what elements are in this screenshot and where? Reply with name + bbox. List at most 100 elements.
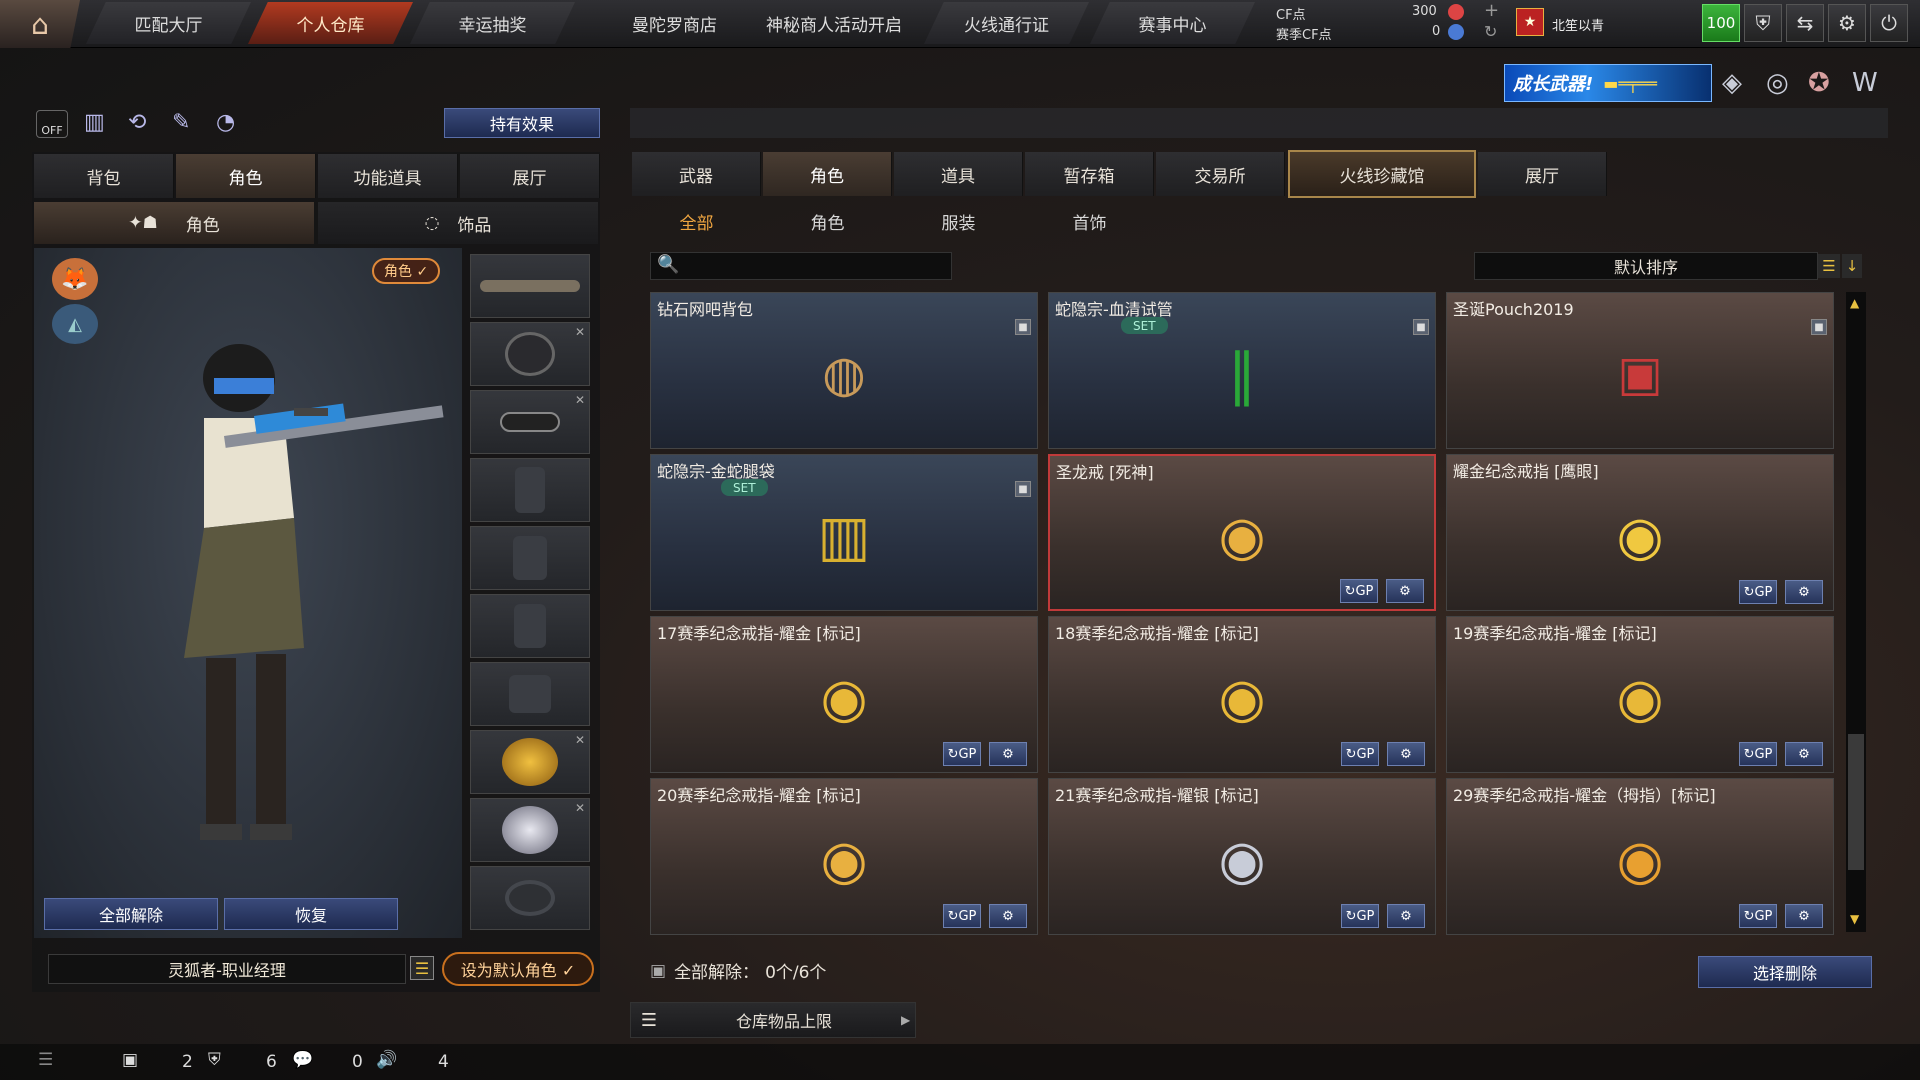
recycle-gp-icon[interactable]: ↻GP <box>943 742 981 766</box>
left-tab-3[interactable]: 展厅 <box>460 154 600 198</box>
right-subtab-2[interactable]: 服装 <box>894 204 1023 238</box>
slot-vest[interactable] <box>470 458 590 522</box>
gear-icon[interactable]: ⚙ <box>1387 742 1425 766</box>
shield-icon[interactable]: ⛨ <box>1744 4 1782 42</box>
bag-icon[interactable]: ◔ <box>216 110 235 135</box>
nav-tab-0[interactable]: 匹配大厅 <box>86 2 251 44</box>
remove-icon[interactable]: ✕ <box>575 733 585 747</box>
wolf-faction-icon[interactable]: ◭ <box>52 304 98 344</box>
slot-weapon[interactable] <box>470 254 590 318</box>
slot-armor[interactable] <box>470 526 590 590</box>
nav-tab-3[interactable]: 曼陀罗商店 <box>592 2 757 44</box>
gear-icon[interactable]: ⚙ <box>1785 904 1823 928</box>
power-icon[interactable]: ⏻ <box>1870 4 1908 42</box>
slot-belt[interactable] <box>470 594 590 658</box>
right-tab-4[interactable]: 交易所 <box>1156 152 1285 196</box>
item-card[interactable]: 圣诞Pouch2019 ■ ▣ <box>1446 292 1834 449</box>
toggle-off-icon[interactable]: OFF <box>36 110 68 138</box>
gear-icon[interactable]: ⚙ <box>1828 4 1866 42</box>
restore-button[interactable]: 恢复 <box>224 898 398 930</box>
recycle-gp-icon[interactable]: ↻GP <box>1739 742 1777 766</box>
item-card[interactable]: 圣龙戒 [死神] ◉ ↻GP ⚙ <box>1048 454 1436 611</box>
scrollbar[interactable]: ▲ ▼ <box>1846 292 1866 932</box>
stats-icon[interactable]: ▥ <box>84 110 105 135</box>
item-card[interactable]: 钻石网吧背包 ■ ◍ <box>650 292 1038 449</box>
unequip-all-button[interactable]: 全部解除 <box>44 898 218 930</box>
slot-helmet[interactable]: ✕ <box>470 322 590 386</box>
item-card[interactable]: 蛇隐宗-金蛇腿袋 SET ■ ▥ <box>650 454 1038 611</box>
checkbox-icon[interactable]: ▣ <box>650 961 666 981</box>
speaker-icon[interactable]: 🔊 <box>376 1050 397 1070</box>
nav-tab-5[interactable]: 火线通行证 <box>924 2 1089 44</box>
right-subtab-1[interactable]: 角色 <box>763 204 892 238</box>
gear-icon[interactable]: ⚙ <box>989 742 1027 766</box>
storage-limit-bar[interactable]: ☰ 仓库物品上限 ▶ <box>630 1002 916 1038</box>
fox-faction-icon[interactable]: 🦊 <box>52 258 98 300</box>
lock-icon[interactable]: ■ <box>1015 319 1031 335</box>
list-view-icon[interactable]: ☰ <box>1818 254 1840 278</box>
set-default-button[interactable]: 设为默认角色 ✓ <box>442 952 594 986</box>
recycle-gp-icon[interactable]: ↻GP <box>1340 579 1378 603</box>
right-tab-1[interactable]: 角色 <box>763 152 892 196</box>
recycle-gp-icon[interactable]: ↻GP <box>1341 904 1379 928</box>
scroll-up-icon[interactable]: ▲ <box>1850 296 1859 310</box>
search-input[interactable]: 🔍 <box>650 252 952 280</box>
right-tab-6[interactable]: 展厅 <box>1478 152 1607 196</box>
nav-tab-4[interactable]: 神秘商人活动开启 <box>744 2 924 44</box>
item-card[interactable]: 20赛季纪念戒指-耀金 [标记] ◉ ↻GP ⚙ <box>650 778 1038 935</box>
right-tab-2[interactable]: 道具 <box>894 152 1023 196</box>
scroll-down-icon[interactable]: ▼ <box>1850 912 1859 926</box>
emblem-globe-icon[interactable]: ◎ <box>1766 68 1789 98</box>
team-icon[interactable]: ▣ <box>122 1050 138 1070</box>
nav-tab-2[interactable]: 幸运抽奖 <box>410 2 575 44</box>
slot-ring-2[interactable]: ✕ <box>470 798 590 862</box>
refresh-icon[interactable]: ↻ <box>1484 22 1497 41</box>
nav-tab-6[interactable]: 赛事中心 <box>1090 2 1255 44</box>
emblem-star-icon[interactable]: ✪ <box>1808 68 1830 98</box>
shield-icon[interactable]: ⛨ <box>208 1050 221 1070</box>
lock-icon[interactable]: ■ <box>1015 481 1031 497</box>
item-card[interactable]: 29赛季纪念戒指-耀金（拇指）[标记] ◉ ↻GP ⚙ <box>1446 778 1834 935</box>
right-tab-0[interactable]: 武器 <box>632 152 761 196</box>
gear-icon[interactable]: ⚙ <box>1386 579 1424 603</box>
message-icon[interactable]: ⇆ <box>1786 4 1824 42</box>
item-card[interactable]: 19赛季纪念戒指-耀金 [标记] ◉ ↻GP ⚙ <box>1446 616 1834 773</box>
item-card[interactable]: 18赛季纪念戒指-耀金 [标记] ◉ ↻GP ⚙ <box>1048 616 1436 773</box>
right-tab-5[interactable]: 火线珍藏馆 <box>1288 150 1476 198</box>
list-icon[interactable]: ☰ <box>38 1050 53 1070</box>
gear-icon[interactable]: ⚙ <box>1387 904 1425 928</box>
hold-effect-button[interactable]: 持有效果 <box>444 108 600 138</box>
recycle-gp-icon[interactable]: ↻GP <box>1739 904 1777 928</box>
remove-icon[interactable]: ✕ <box>575 393 585 407</box>
home-button[interactable]: ⌂ <box>0 0 80 48</box>
level-badge[interactable]: 100 <box>1702 4 1740 42</box>
recycle-gp-icon[interactable]: ↻GP <box>943 904 981 928</box>
growth-weapon-banner[interactable]: 成长武器! ▬═╤══ <box>1504 64 1712 102</box>
menu-icon[interactable]: ☰ <box>410 956 434 980</box>
remove-icon[interactable]: ✕ <box>575 325 585 339</box>
slot-ring-1[interactable]: ✕ <box>470 730 590 794</box>
emblem-w-icon[interactable]: W <box>1852 68 1878 98</box>
right-tab-3[interactable]: 暂存箱 <box>1025 152 1154 196</box>
history-icon[interactable]: ⟲ <box>128 110 146 135</box>
scroll-thumb[interactable] <box>1848 734 1864 870</box>
item-card[interactable]: 耀金纪念戒指 [鹰眼] ◉ ↻GP ⚙ <box>1446 454 1834 611</box>
gear-icon[interactable]: ⚙ <box>1785 580 1823 604</box>
gear-icon[interactable]: ⚙ <box>1785 742 1823 766</box>
lock-icon[interactable]: ■ <box>1413 319 1429 335</box>
slot-legs[interactable] <box>470 662 590 726</box>
left-tab-0[interactable]: 背包 <box>34 154 174 198</box>
lock-icon[interactable]: ■ <box>1811 319 1827 335</box>
recycle-gp-icon[interactable]: ↻GP <box>1341 742 1379 766</box>
subtab-accessory[interactable]: ◌ 饰品 <box>318 202 598 244</box>
remove-icon[interactable]: ✕ <box>575 801 585 815</box>
right-subtab-0[interactable]: 全部 <box>632 204 761 238</box>
gear-icon[interactable]: ⚙ <box>989 904 1027 928</box>
left-tab-1[interactable]: 角色 <box>176 154 316 198</box>
sort-dropdown[interactable]: 默认排序 <box>1474 252 1818 280</box>
item-card[interactable]: 21赛季纪念戒指-耀银 [标记] ◉ ↻GP ⚙ <box>1048 778 1436 935</box>
slot-goggles[interactable]: ✕ <box>470 390 590 454</box>
emblem-v-icon[interactable]: ◈ <box>1722 68 1742 98</box>
chat-icon[interactable]: 💬 <box>292 1050 313 1070</box>
nav-tab-1[interactable]: 个人仓库 <box>248 2 413 44</box>
